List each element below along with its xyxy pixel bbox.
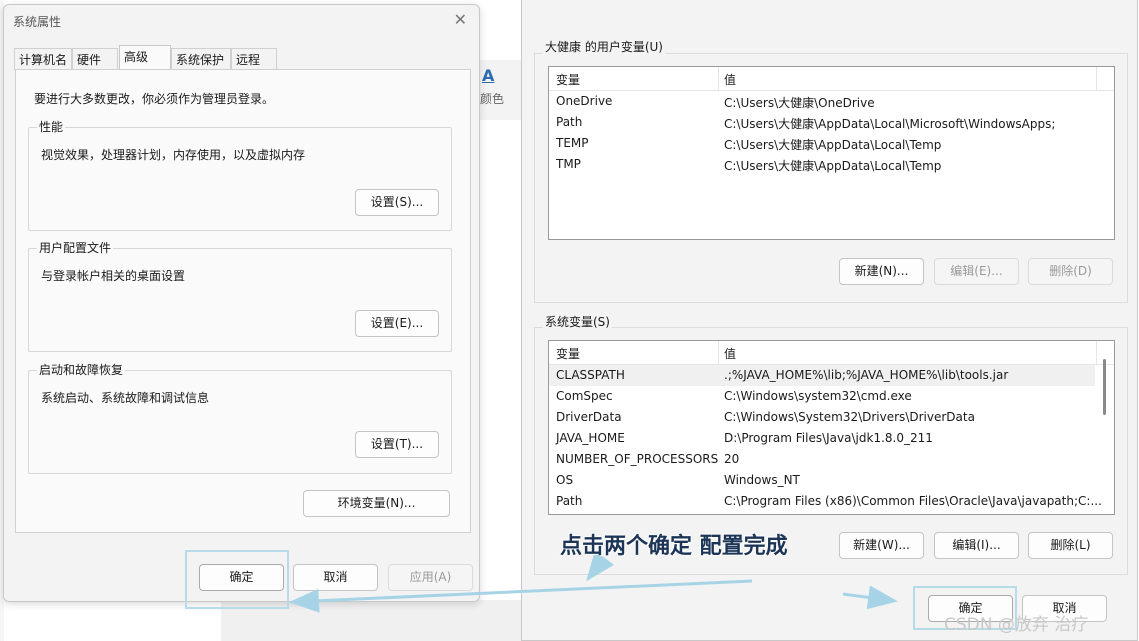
- user-new-button[interactable]: 新建(N)...: [839, 258, 924, 285]
- user-variables-list[interactable]: 变量 值 OneDrive C:\Users\大健康\OneDrive Path…: [548, 66, 1115, 240]
- table-row[interactable]: CLASSPATH .;%JAVA_HOME%\lib;%JAVA_HOME%\…: [549, 365, 1095, 386]
- startup-recovery-desc: 系统启动、系统故障和调试信息: [41, 391, 210, 405]
- var-name: TEMP: [556, 136, 589, 150]
- system-edit-button[interactable]: 编辑(I)...: [934, 532, 1019, 559]
- table-row[interactable]: Path C:\Program Files (x86)\Common Files…: [549, 491, 1114, 512]
- font-color-icon: A: [482, 66, 495, 85]
- table-row[interactable]: DriverData C:\Windows\System32\Drivers\D…: [549, 407, 1114, 428]
- var-value: .;%JAVA_HOME%\lib;%JAVA_HOME%\lib\tools.…: [724, 368, 1009, 382]
- list-header: 变量 值: [549, 67, 1114, 91]
- var-value: C:\Users\大健康\OneDrive: [724, 96, 875, 110]
- cancel-button[interactable]: 取消: [293, 564, 378, 591]
- user-variables-label: 大健康 的用户变量(U): [543, 38, 665, 55]
- var-name: OneDrive: [556, 94, 613, 108]
- var-name: DriverData: [556, 410, 622, 424]
- var-value: C:\Program Files (x86)\Common Files\Orac…: [724, 494, 1102, 508]
- system-delete-button[interactable]: 删除(L): [1028, 532, 1113, 559]
- var-value: C:\Users\大健康\AppData\Local\Microsoft\Win…: [724, 117, 1056, 131]
- var-value: 20: [724, 452, 740, 466]
- var-name: OS: [556, 473, 574, 487]
- column-divider: [1096, 341, 1097, 365]
- list-header: 变量 值: [549, 341, 1114, 365]
- user-profile-desc: 与登录帐户相关的桌面设置: [41, 269, 186, 283]
- column-variable[interactable]: 变量: [556, 345, 580, 362]
- performance-desc: 视觉效果，处理器计划，内存使用，以及虚拟内存: [41, 148, 306, 162]
- user-profile-settings-button[interactable]: 设置(E)...: [355, 310, 439, 337]
- startup-recovery-title: 启动和故障恢复: [37, 361, 126, 378]
- var-name: Path: [556, 494, 583, 508]
- column-divider: [1096, 67, 1097, 91]
- tab-system-protection[interactable]: 系统保护: [171, 48, 231, 70]
- var-value: C:\Users\大健康\AppData\Local\Temp: [724, 138, 942, 152]
- column-value[interactable]: 值: [724, 345, 736, 362]
- environment-variables-button[interactable]: 环境变量(N)...: [303, 490, 450, 517]
- column-divider: [718, 67, 719, 91]
- annotation-text: 点击两个确定 配置完成: [560, 534, 788, 559]
- tab-computer-name[interactable]: 计算机名: [14, 48, 72, 70]
- var-value: Windows_NT: [724, 473, 800, 487]
- var-value: C:\Users\大健康\AppData\Local\Temp: [724, 159, 942, 173]
- system-variables-label: 系统变量(S): [543, 313, 612, 330]
- startup-recovery-settings-button[interactable]: 设置(T)...: [355, 431, 439, 458]
- table-row[interactable]: TEMP C:\Users\大健康\AppData\Local\Temp: [549, 133, 1114, 154]
- var-value: C:\Windows\system32\cmd.exe: [724, 389, 912, 403]
- system-new-button[interactable]: 新建(W)...: [839, 532, 924, 559]
- user-edit-button[interactable]: 编辑(E)...: [934, 258, 1019, 285]
- user-profile-group: 用户配置文件 与登录帐户相关的桌面设置 设置(E)...: [28, 239, 452, 352]
- column-value[interactable]: 值: [724, 71, 736, 88]
- system-properties-dialog: 系统属性 ✕ 计算机名 硬件 高级 系统保护 远程 要进行大多数更改，你必须作为…: [3, 4, 480, 602]
- highlight-ok-box: [185, 550, 289, 609]
- var-name: Path: [556, 115, 583, 129]
- system-variables-list[interactable]: 变量 值 CLASSPATH .;%JAVA_HOME%\lib;%JAVA_H…: [548, 340, 1115, 515]
- apply-button[interactable]: 应用(A): [388, 564, 473, 591]
- table-row[interactable]: Path C:\Users\大健康\AppData\Local\Microsof…: [549, 112, 1114, 133]
- tab-hardware[interactable]: 硬件: [72, 48, 118, 70]
- user-profile-title: 用户配置文件: [37, 239, 114, 256]
- var-name: ComSpec: [556, 389, 613, 403]
- watermark: CSDN @放弃 治疗: [944, 615, 1089, 635]
- vertical-scrollbar[interactable]: [1103, 359, 1106, 415]
- performance-settings-button[interactable]: 设置(S)...: [355, 189, 439, 216]
- var-name: TMP: [556, 157, 581, 171]
- column-variable[interactable]: 变量: [556, 71, 580, 88]
- tab-advanced[interactable]: 高级: [119, 45, 171, 70]
- font-color-label: 颜色: [480, 92, 505, 106]
- performance-title: 性能: [37, 118, 66, 135]
- column-divider: [718, 341, 719, 365]
- table-row[interactable]: TMP C:\Users\大健康\AppData\Local\Temp: [549, 154, 1114, 175]
- table-row[interactable]: OS Windows_NT: [549, 470, 1114, 491]
- var-name: NUMBER_OF_PROCESSORS: [556, 452, 719, 466]
- performance-group: 性能 视觉效果，处理器计划，内存使用，以及虚拟内存 设置(S)...: [28, 118, 452, 231]
- advanced-tab-panel: 要进行大多数更改，你必须作为管理员登录。 性能 视觉效果，处理器计划，内存使用，…: [15, 69, 471, 533]
- dialog-title: 系统属性: [13, 15, 62, 29]
- table-row[interactable]: OneDrive C:\Users\大健康\OneDrive: [549, 91, 1114, 112]
- admin-note: 要进行大多数更改，你必须作为管理员登录。: [34, 92, 275, 106]
- tab-remote[interactable]: 远程: [231, 48, 277, 70]
- table-row[interactable]: JAVA_HOME D:\Program Files\Java\jdk1.8.0…: [549, 428, 1114, 449]
- var-name: JAVA_HOME: [556, 431, 625, 445]
- var-name: CLASSPATH: [556, 368, 625, 382]
- user-delete-button[interactable]: 删除(D): [1028, 258, 1113, 285]
- startup-recovery-group: 启动和故障恢复 系统启动、系统故障和调试信息 设置(T)...: [28, 361, 452, 474]
- var-value: D:\Program Files\Java\jdk1.8.0_211: [724, 431, 933, 445]
- var-value: C:\Windows\System32\Drivers\DriverData: [724, 410, 975, 424]
- table-row[interactable]: ComSpec C:\Windows\system32\cmd.exe: [549, 386, 1114, 407]
- table-row[interactable]: NUMBER_OF_PROCESSORS 20: [549, 449, 1114, 470]
- close-icon[interactable]: ✕: [454, 10, 467, 29]
